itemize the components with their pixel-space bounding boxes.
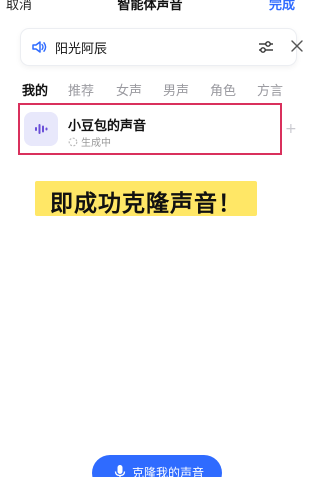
close-icon[interactable] xyxy=(290,39,304,53)
microphone-icon xyxy=(114,465,126,477)
tab-mine[interactable]: 我的 xyxy=(22,80,48,99)
loading-icon xyxy=(68,137,78,147)
done-button[interactable]: 完成 xyxy=(269,0,295,13)
current-voice-name: 阳光阿辰 xyxy=(55,42,108,57)
sliders-icon[interactable] xyxy=(258,39,274,55)
status-text: 生成中 xyxy=(81,138,111,149)
voice-thumbnail xyxy=(24,112,58,146)
voice-item-name: 小豆包的声音 xyxy=(68,119,147,134)
voice-category-tabs: 我的 推荐 女声 男声 角色 方言 xyxy=(0,80,300,102)
voice-list-item[interactable]: 小豆包的声音 生成中 xyxy=(18,103,282,155)
tab-dialect[interactable]: 方言 xyxy=(257,80,283,99)
clone-voice-label: 克隆我的声音 xyxy=(132,466,205,477)
tab-recommended[interactable]: 推荐 xyxy=(68,80,94,99)
add-icon[interactable]: + xyxy=(285,121,297,137)
success-banner: 即成功克隆声音！ xyxy=(35,181,257,217)
tab-character[interactable]: 角色 xyxy=(210,80,236,99)
tab-male[interactable]: 男声 xyxy=(163,80,189,99)
waveform-icon xyxy=(35,124,48,134)
page-title: 智能体声音 xyxy=(117,0,183,13)
banner-text: 即成功克隆声音！ xyxy=(50,191,242,217)
voice-item-status: 生成中 xyxy=(68,134,111,149)
speaker-icon[interactable] xyxy=(31,39,47,55)
clone-voice-button[interactable]: 克隆我的声音 xyxy=(92,455,222,477)
top-bar: 取消 智能体声音 完成 xyxy=(0,0,300,14)
current-voice-card[interactable]: 阳光阿辰 xyxy=(20,28,303,66)
tab-female[interactable]: 女声 xyxy=(116,80,142,99)
